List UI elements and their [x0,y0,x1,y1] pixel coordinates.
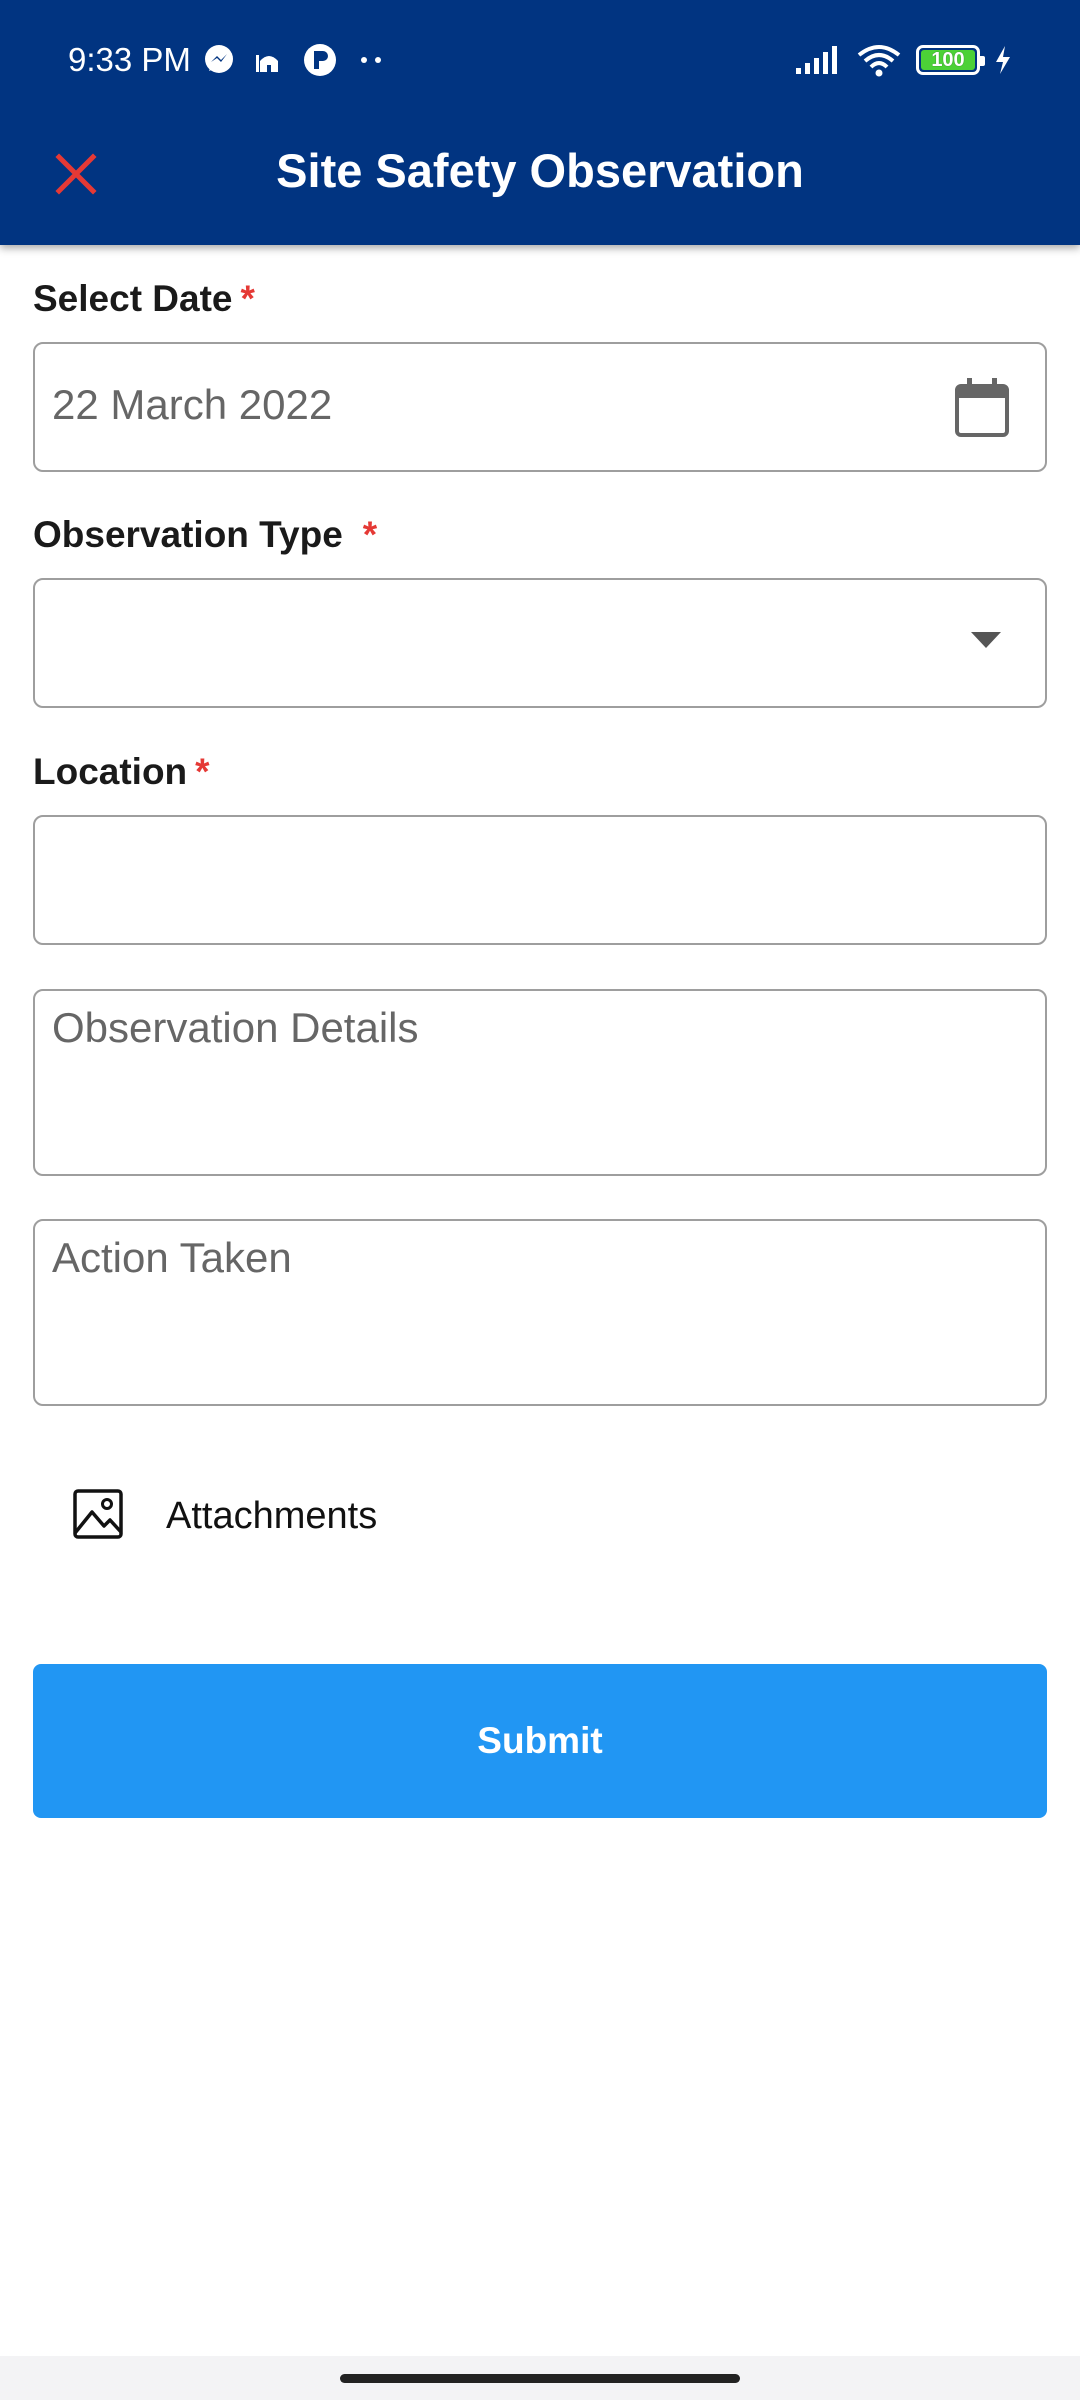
mosque-icon [254,45,284,75]
wifi-icon [856,43,902,77]
location-label-text: Location [33,751,188,792]
location-input[interactable] [33,815,1047,945]
attachments-button[interactable]: Attachments [72,1488,377,1544]
calendar-icon[interactable] [953,377,1011,444]
app-screen: 9:33 PM 100 Site Safety Observation Sele… [0,0,1080,2400]
location-label: Location * [33,749,210,795]
attachments-label: Attachments [166,1495,378,1537]
battery-level: 100 [931,49,965,71]
battery-icon: 100 [916,45,985,75]
action-taken-placeholder: Action Taken [52,1234,292,1281]
status-right-icons: 100 [794,38,1012,82]
observation-type-label: Observation Type * [33,512,377,558]
dropdown-caret-icon [971,632,1001,653]
p-app-icon [302,42,338,78]
date-field[interactable]: 22 March 2022 [33,342,1047,472]
date-label-text: Select Date [33,278,233,319]
observation-type-required-mark: * [362,514,378,555]
gesture-nav-bar [0,2356,1080,2400]
observation-type-label-text: Observation Type [33,514,343,555]
status-left-icons [202,40,386,80]
observation-type-select[interactable] [33,578,1047,708]
date-label: Select Date * [33,276,255,322]
date-required-mark: * [240,278,255,319]
observation-details-placeholder: Observation Details [52,1004,419,1051]
app-bar: Site Safety Observation [0,118,1080,245]
location-required-mark: * [195,751,210,792]
observation-details-textarea[interactable]: Observation Details [33,989,1047,1176]
signal-icon [794,44,842,76]
more-dots-icon [356,54,386,66]
date-value: 22 March 2022 [52,381,333,428]
page-title: Site Safety Observation [276,144,804,197]
submit-button[interactable]: Submit [33,1664,1047,1818]
status-bar: 9:33 PM 100 [0,0,1080,118]
charging-icon [994,45,1012,75]
status-time: 9:33 PM [68,41,191,78]
header: 9:33 PM 100 Site Safety Observation [0,0,1080,245]
messenger-icon [202,43,236,77]
image-icon [72,1488,124,1545]
action-taken-textarea[interactable]: Action Taken [33,1219,1047,1406]
home-indicator[interactable] [340,2374,740,2383]
